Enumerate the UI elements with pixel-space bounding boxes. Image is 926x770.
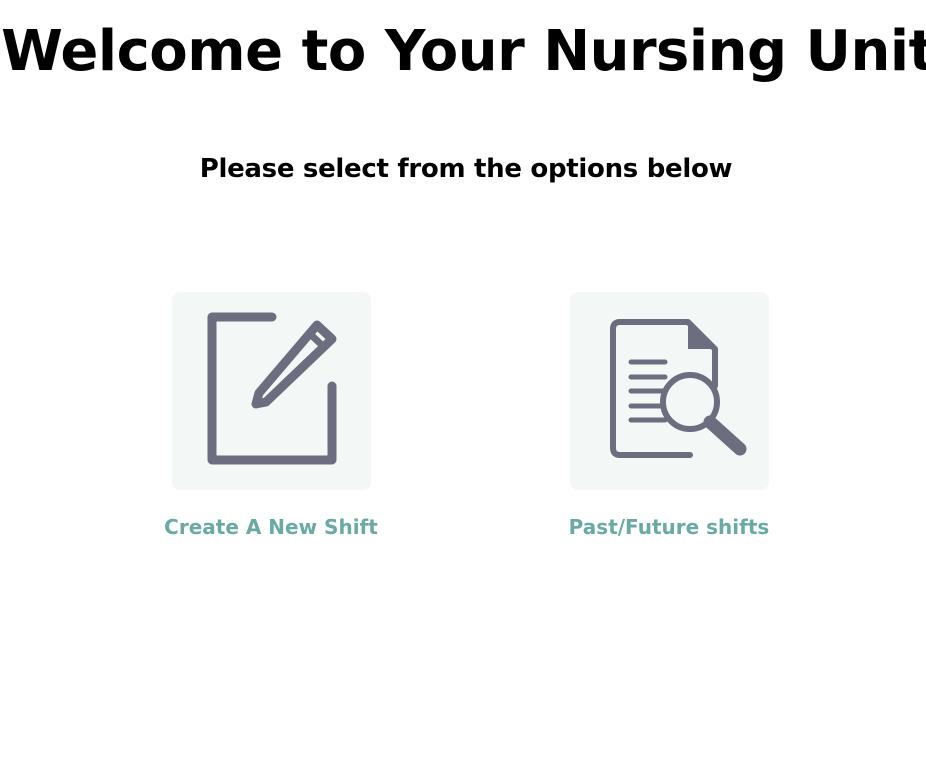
past-future-shifts-label[interactable]: Past/Future shifts bbox=[569, 514, 770, 540]
create-new-shift-option[interactable]: Create A New Shift bbox=[141, 292, 401, 540]
create-new-shift-tile[interactable] bbox=[171, 292, 371, 490]
create-new-shift-label[interactable]: Create A New Shift bbox=[164, 514, 378, 540]
past-future-shifts-option[interactable]: Past/Future shifts bbox=[539, 292, 799, 540]
page-title: Welcome to Your Nursing Unit bbox=[1, 19, 926, 84]
document-search-icon bbox=[609, 319, 746, 458]
page-subtitle: Please select from the options below bbox=[199, 154, 733, 184]
edit-pencil-icon bbox=[207, 312, 336, 465]
past-future-shifts-tile[interactable] bbox=[569, 292, 769, 490]
